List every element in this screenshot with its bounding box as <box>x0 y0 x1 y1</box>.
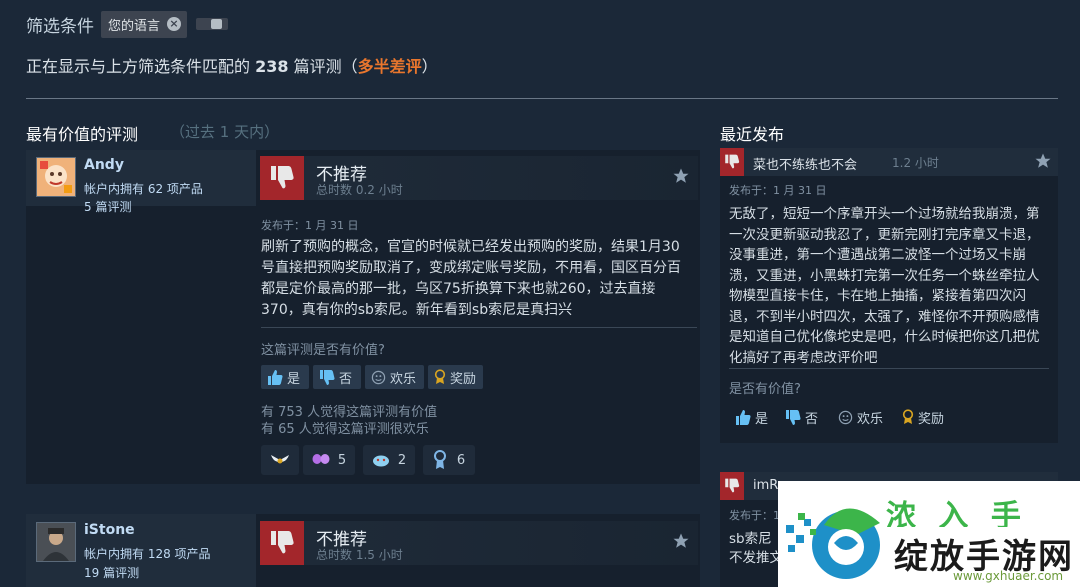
clear-icon <box>211 19 222 29</box>
thumbs-down-icon <box>260 521 304 565</box>
recent-title: 最近发布 <box>720 125 785 144</box>
award-button[interactable]: 奖励 <box>896 405 952 429</box>
language-filter-label: 您的语言 <box>108 19 161 34</box>
vote-no-label: 否 <box>339 371 353 387</box>
vote-no-button[interactable]: 否 <box>779 405 825 429</box>
vote-yes-label: 是 <box>755 411 769 427</box>
wings-award-icon[interactable] <box>261 445 299 475</box>
award-count: 6 <box>456 452 466 468</box>
vote-funny-label: 欢乐 <box>390 371 417 387</box>
separator <box>729 368 1049 369</box>
summary-suffix: 篇评测（ <box>293 57 358 76</box>
helpful-question: 这篇评测是否有价值? <box>261 343 385 358</box>
recent-playtime: 1.2 小时 <box>892 156 939 170</box>
vote-yes-button[interactable]: 是 <box>729 405 775 429</box>
thumbs-up-icon <box>267 369 283 385</box>
separator <box>261 327 697 328</box>
vote-no-button[interactable]: 否 <box>313 365 361 389</box>
remove-filter-icon[interactable]: × <box>167 17 181 31</box>
smile-icon <box>371 370 386 385</box>
recent-review-text: sb索尼 <box>729 531 772 547</box>
thumbs-down-icon <box>720 148 744 176</box>
helpful-question: 是否有价值? <box>729 382 801 397</box>
thumbs-up-icon <box>735 409 751 425</box>
butterfly-award[interactable]: 5 <box>303 445 355 475</box>
avatar[interactable] <box>36 522 76 562</box>
divider <box>26 98 1058 99</box>
watermark-url: www.gxhuaer.com <box>953 569 1064 583</box>
star-icon[interactable] <box>672 167 690 185</box>
filter-summary: 正在显示与上方筛选条件匹配的 238 篇评测（多半差评） <box>26 53 438 77</box>
summary-close: ） <box>421 57 438 76</box>
vote-yes-button[interactable]: 是 <box>261 365 309 389</box>
author-products[interactable]: 帐户内拥有 62 项产品 <box>84 180 203 197</box>
watermark: 浓 入 手 游 绽放手游网 www.gxhuaer.com <box>778 481 1080 587</box>
author-products[interactable]: 帐户内拥有 128 项产品 <box>84 545 211 562</box>
review-count: 238 <box>255 57 289 76</box>
verdict-header[interactable]: 不推荐 总时数 0.2 小时 <box>260 156 698 200</box>
watermark-top-text: 浓 入 手 游 <box>886 499 1027 527</box>
thumbs-down-icon <box>720 472 744 500</box>
avatar[interactable] <box>36 157 76 197</box>
playtime: 总时数 1.5 小时 <box>316 548 403 562</box>
vote-no-label: 否 <box>805 411 819 427</box>
most-helpful-title: 最有价值的评测 <box>26 125 139 144</box>
award-icon <box>902 409 914 425</box>
star-icon[interactable] <box>1034 152 1052 170</box>
medal-award[interactable]: 6 <box>423 445 475 475</box>
thumbs-down-icon <box>260 156 304 200</box>
butterfly-award-icon <box>312 454 330 464</box>
smile-icon <box>838 410 853 425</box>
award-label: 奖励 <box>918 411 945 427</box>
medal-award-icon <box>433 450 446 469</box>
recent-review-header[interactable]: 菜也不练练也不会 1.2 小时 <box>720 148 1058 176</box>
clear-filters-button[interactable] <box>196 18 228 30</box>
funny-count: 有 65 人觉得这篇评测很欢乐 <box>261 422 429 437</box>
recent-review-text: 不发推文 <box>729 550 783 566</box>
language-filter-chip[interactable]: 您的语言 × <box>101 11 187 38</box>
award-count: 5 <box>337 452 347 468</box>
star-icon[interactable] <box>672 532 690 550</box>
helpful-count: 有 753 人觉得这篇评测有价值 <box>261 405 438 420</box>
recent-posted-date: 发布于：1 月 31 日 <box>729 184 827 197</box>
summary-prefix: 正在显示与上方筛选条件匹配的 <box>26 57 251 76</box>
award-label: 奖励 <box>450 371 477 387</box>
laugh-award-icon <box>372 455 389 467</box>
thumbs-down-small-icon <box>785 409 801 425</box>
author-review-count[interactable]: 5 篇评测 <box>84 198 131 215</box>
award-count: 2 <box>397 452 407 468</box>
author-name[interactable]: Andy <box>84 157 124 173</box>
review-text: 刷新了预购的概念，官宣的时候就已经发出预购的奖励，结果1月30号直接把预购奖励取… <box>261 239 681 318</box>
filter-label: 筛选条件 <box>26 17 94 37</box>
award-icon <box>434 369 446 385</box>
most-helpful-period: （过去 1 天内） <box>170 123 280 141</box>
thumbs-down-small-icon <box>319 369 335 385</box>
vote-funny-label: 欢乐 <box>857 411 884 427</box>
rating-label[interactable]: 多半差评 <box>358 57 422 76</box>
watermark-logo-icon <box>786 508 880 579</box>
recent-author[interactable]: imR <box>753 478 778 493</box>
recent-author[interactable]: 菜也不练练也不会 <box>753 154 857 173</box>
verdict-header[interactable]: 不推荐 总时数 1.5 小时 <box>260 521 698 565</box>
award-button[interactable]: 奖励 <box>428 365 483 389</box>
recent-posted-date: 发布于：1 <box>729 509 780 522</box>
author-review-count[interactable]: 19 篇评测 <box>84 564 139 581</box>
posted-date: 发布于：1 月 31 日 <box>261 219 359 232</box>
playtime: 总时数 0.2 小时 <box>316 183 403 197</box>
author-name[interactable]: iStone <box>84 522 135 538</box>
vote-funny-button[interactable]: 欢乐 <box>365 365 424 389</box>
vote-yes-label: 是 <box>287 371 301 387</box>
recent-review-text: 无敌了，短短一个序章开头一个过场就给我崩溃，第一次没更新驱动我忍了，更新完刚打完… <box>729 206 1040 366</box>
vote-funny-button[interactable]: 欢乐 <box>832 405 890 429</box>
laugh-award[interactable]: 2 <box>363 445 415 475</box>
